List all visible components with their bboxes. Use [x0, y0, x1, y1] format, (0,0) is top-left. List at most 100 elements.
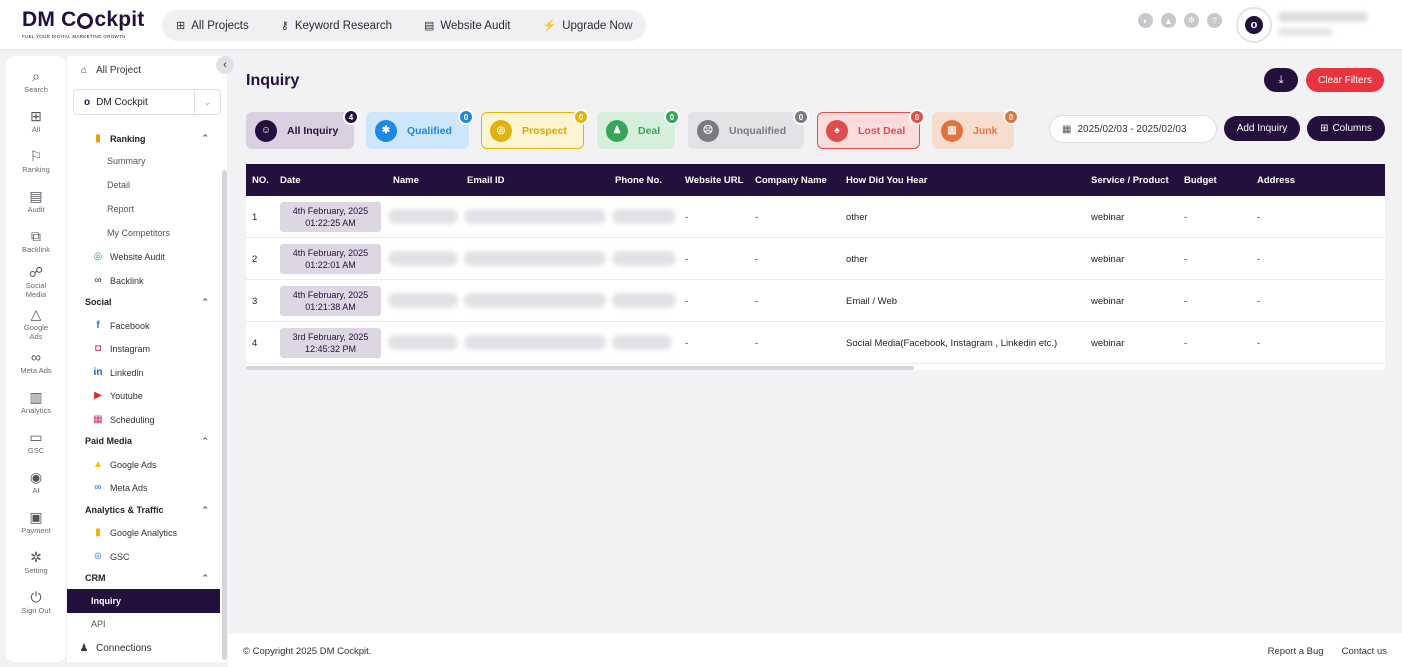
- cell-name-blurred: [388, 251, 458, 266]
- rail-ai[interactable]: ◉ AI: [6, 469, 66, 495]
- grid-icon: ⊞: [176, 20, 186, 32]
- col-header-name[interactable]: Name: [393, 175, 419, 186]
- table-row[interactable]: 4 3rd February, 2025 12:45:32 PM - - Soci…: [246, 322, 1385, 364]
- bell-icon[interactable]: ▲: [1161, 13, 1176, 28]
- sidebar-item-gsc[interactable]: ⊜ GSC: [67, 551, 223, 562]
- project-select[interactable]: o DM Cockpit ⌄: [73, 89, 221, 115]
- deal-icon: ♟: [606, 119, 628, 142]
- sidebar-item-scheduling[interactable]: ▦ Scheduling: [67, 414, 223, 425]
- credits-icon[interactable]: ◐: [1138, 13, 1153, 28]
- avatar-logo-icon: o: [1245, 16, 1263, 34]
- nav-keyword-research[interactable]: ⚷ Keyword Research: [280, 19, 392, 33]
- cell-date: 3rd February, 2025 12:45:32 PM: [280, 328, 381, 358]
- rail-sign-out[interactable]: ⏻ Sign Out: [6, 589, 66, 615]
- tab-count-badge: 0: [1003, 109, 1019, 125]
- col-header-address[interactable]: Address: [1257, 175, 1295, 186]
- sidebar-item-competitors[interactable]: My Competitors: [67, 228, 223, 238]
- sidebar-item-meta-ads[interactable]: ∞ Meta Ads: [67, 482, 223, 493]
- sidebar-item-website-audit[interactable]: ◎ Website Audit: [67, 251, 223, 262]
- sidebar-connections[interactable]: ♟ Connections: [77, 643, 227, 654]
- tab-junk[interactable]: ▥ Junk 0: [932, 109, 1019, 149]
- col-header-date[interactable]: Date: [280, 175, 301, 186]
- table-row[interactable]: 3 4th February, 2025 01:21:38 AM - - Emai…: [246, 280, 1385, 322]
- help-icon[interactable]: ?: [1207, 13, 1222, 28]
- sidebar-item-report[interactable]: Report: [67, 204, 223, 214]
- sidebar-group-analytics[interactable]: Analytics & Traffic ⌃: [67, 505, 223, 516]
- sidebar-group-ranking[interactable]: ▮ Ranking ⌃: [67, 133, 223, 144]
- sidebar-item-summary[interactable]: Summary: [67, 156, 223, 166]
- collapse-sidebar-button[interactable]: ‹: [216, 56, 234, 74]
- key-icon: ⚷: [280, 20, 289, 32]
- rail-setting[interactable]: ✲ Setting: [6, 549, 66, 575]
- tab-all-inquiry[interactable]: ☺ All Inquiry 4: [246, 109, 359, 149]
- sidebar-item-detail[interactable]: Detail: [67, 180, 223, 190]
- sidebar-group-paid-media[interactable]: Paid Media ⌃: [67, 436, 223, 447]
- wallet-icon: ▣: [29, 509, 43, 525]
- cell-company: -: [755, 254, 759, 265]
- rail-google-ads[interactable]: △ Google Ads: [6, 306, 66, 341]
- rail-search[interactable]: ⌕ Search: [6, 68, 66, 94]
- rail-backlink[interactable]: ⧉ Backlink: [6, 228, 66, 254]
- table-row[interactable]: 1 4th February, 2025 01:22:25 AM - - othe…: [246, 196, 1385, 238]
- table-horizontal-scrollbar[interactable]: [246, 366, 914, 370]
- sidebar-group-social[interactable]: Social ⌃: [67, 296, 223, 308]
- sidebar-label: Google Analytics: [110, 527, 178, 538]
- social-media-icon: ☍: [28, 264, 44, 280]
- cell-address: -: [1257, 212, 1261, 223]
- cell-phone-blurred: [612, 293, 676, 308]
- col-header-how-heard[interactable]: How Did You Hear: [846, 175, 927, 186]
- rail-ranking[interactable]: ⚐ Ranking: [6, 148, 66, 174]
- sidebar-scrollbar[interactable]: [222, 170, 227, 660]
- gear-icon[interactable]: ✲: [1184, 13, 1199, 28]
- sidebar-item-google-analytics[interactable]: ▮ Google Analytics: [67, 527, 223, 538]
- sidebar-group-crm[interactable]: CRM ⌃: [67, 573, 223, 584]
- sidebar-all-project[interactable]: ⌂ All Project: [77, 65, 227, 76]
- sidebar-item-backlink[interactable]: ∞ Backlink: [67, 275, 223, 286]
- tab-unqualified[interactable]: ☹ Unqualified 0: [688, 109, 809, 149]
- sidebar-item-linkedin[interactable]: in Linkedin: [67, 367, 223, 378]
- rail-all[interactable]: ⊞ All: [6, 108, 66, 134]
- col-header-website[interactable]: Website URL: [685, 175, 743, 186]
- tab-label: Lost Deal: [858, 124, 906, 137]
- avatar[interactable]: o: [1236, 7, 1272, 43]
- clear-filters-button[interactable]: Clear Filters: [1306, 68, 1384, 92]
- sidebar-item-youtube[interactable]: ▶ Youtube: [67, 390, 223, 401]
- col-header-phone[interactable]: Phone No.: [615, 175, 662, 186]
- cell-no: 3: [252, 296, 258, 307]
- sidebar-item-api[interactable]: API: [67, 619, 223, 629]
- page-title: Inquiry: [246, 72, 300, 89]
- chevron-up-icon: ⌃: [201, 296, 209, 307]
- table-row[interactable]: 2 4th February, 2025 01:22:01 AM - - othe…: [246, 238, 1385, 280]
- tab-deal[interactable]: ♟ Deal 0: [597, 109, 680, 149]
- rail-gsc[interactable]: ▭ GSC: [6, 429, 66, 455]
- sidebar-item-google-ads[interactable]: ▲ Google Ads: [67, 459, 223, 470]
- tab-lost-deal[interactable]: ♠ Lost Deal 0: [817, 109, 925, 149]
- add-inquiry-button[interactable]: Add Inquiry: [1224, 116, 1300, 141]
- col-header-no[interactable]: NO.: [252, 175, 269, 186]
- contact-us-link[interactable]: Contact us: [1342, 646, 1387, 657]
- rail-analytics[interactable]: ▥ Analytics: [6, 389, 66, 415]
- nav-upgrade-now[interactable]: ⚡ Upgrade Now: [542, 19, 632, 33]
- col-header-company[interactable]: Company Name: [755, 175, 827, 186]
- col-header-service[interactable]: Service / Product: [1091, 175, 1169, 186]
- columns-button[interactable]: ⊞ Columns: [1307, 116, 1385, 141]
- sidebar-item-facebook[interactable]: f Facebook: [67, 320, 223, 331]
- rail-label: Ads: [29, 332, 43, 341]
- rail-social-media[interactable]: ☍ Social Media: [6, 264, 66, 299]
- rail-audit[interactable]: ▤ Audit: [6, 188, 66, 214]
- col-header-budget[interactable]: Budget: [1184, 175, 1217, 186]
- logo[interactable]: DM C ckpit FUEL YOUR DIGITAL MARKETING GR…: [22, 8, 147, 39]
- nav-all-projects[interactable]: ⊞ All Projects: [176, 19, 249, 33]
- download-button[interactable]: ⤓: [1264, 68, 1298, 92]
- col-header-email[interactable]: Email ID: [467, 175, 505, 186]
- tab-prospect[interactable]: ◎ Prospect 0: [481, 109, 589, 149]
- rail-payment[interactable]: ▣ Payment: [6, 509, 66, 535]
- date-range-picker[interactable]: ▦ 2025/02/03 - 2025/02/03: [1049, 115, 1217, 143]
- tab-qualified[interactable]: ✱ Qualified 0: [366, 109, 474, 149]
- sidebar-item-inquiry[interactable]: Inquiry: [67, 589, 220, 613]
- top-nav: ⊞ All Projects ⚷ Keyword Research ▤ Website…: [162, 10, 646, 41]
- report-bug-link[interactable]: Report a Bug: [1268, 646, 1324, 657]
- nav-website-audit[interactable]: ▤ Website Audit: [424, 19, 511, 33]
- rail-meta-ads[interactable]: ∞ Meta Ads: [6, 349, 66, 375]
- sidebar-item-instagram[interactable]: ◘ Instagram: [67, 343, 223, 354]
